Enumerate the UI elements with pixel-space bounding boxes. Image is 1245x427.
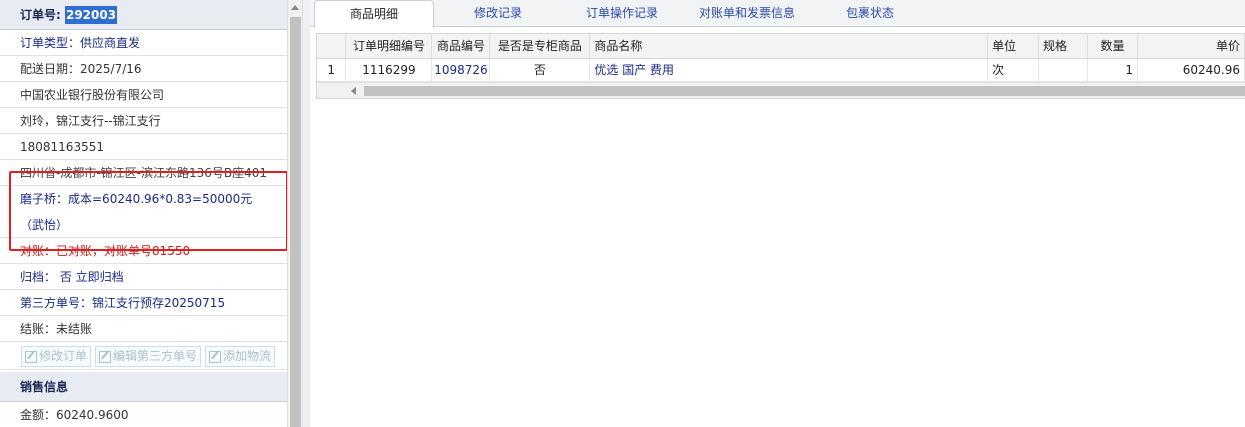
scroll-left-icon[interactable]	[351, 86, 356, 95]
edit-icon	[25, 350, 37, 363]
add-logistics-button[interactable]: 添加物流	[205, 346, 276, 367]
contact-phone: 18081163551	[0, 134, 287, 160]
contact-name: 刘玲，锦江支行--锦江支行	[0, 108, 287, 134]
product-grid: 订单明细编号 商品编号 是否是专柜商品 商品名称 单位 规格 数量 单价 1 1…	[316, 33, 1245, 99]
order-type: 订单类型：供应商直发	[0, 30, 287, 56]
edit-order-label: 修改订单	[39, 349, 88, 363]
delivery-date: 配送日期：2025/7/16	[0, 56, 287, 82]
tab-package-status[interactable]: 包裹状态	[810, 0, 930, 27]
order-number-label: 订单号:	[20, 8, 65, 22]
column-header[interactable]: 单位	[987, 34, 1040, 59]
table-row[interactable]: 1 1116299 1098726 否 优选 国产 费用 次 1 60240.9…	[317, 58, 1245, 82]
third-party-number: 第三方单号：锦江支行预存20250715	[0, 290, 287, 316]
edit-third-party-button[interactable]: 编辑第三方单号	[95, 346, 202, 367]
tab-change-log[interactable]: 修改记录	[440, 0, 556, 27]
column-header[interactable]: 是否是专柜商品	[489, 34, 591, 59]
order-title: 订单号: 292003	[0, 0, 287, 30]
scrollbar-thumb[interactable]	[364, 85, 1245, 96]
quantity-cell: 1	[1087, 58, 1138, 82]
left-panel-scrollbar[interactable]	[287, 0, 302, 427]
scrollbar-thumb[interactable]	[290, 17, 301, 427]
product-table: 订单明细编号 商品编号 是否是专柜商品 商品名称 单位 规格 数量 单价 1 1…	[317, 34, 1245, 82]
scroll-up-icon[interactable]	[291, 5, 299, 10]
unit-cell: 次	[987, 58, 1040, 82]
column-header	[317, 34, 347, 59]
detail-id-cell: 1116299	[345, 58, 433, 82]
order-detail-panel: 商品明细 修改记录 订单操作记录 对账单和发票信息 包裹状态 订单明细编号 商品…	[310, 0, 1245, 427]
product-name-link[interactable]: 优选 国产 费用	[589, 58, 989, 82]
order-remark: 磨子桥：成本=60240.96*0.83=50000元（武怡）	[0, 186, 287, 238]
column-header[interactable]: 订单明细编号	[345, 34, 433, 59]
product-id-link[interactable]: 1098726	[431, 58, 491, 82]
sales-amount: 金额：60240.9600	[0, 402, 287, 427]
column-header[interactable]: 商品名称	[589, 34, 989, 59]
edit-icon	[99, 350, 112, 363]
edit-icon	[209, 350, 222, 363]
settlement-status: 结账：未结账	[0, 316, 287, 342]
archive-status[interactable]: 归档： 否 立即归档	[0, 264, 287, 290]
panel-splitter[interactable]	[302, 0, 310, 427]
detail-tabs: 商品明细 修改记录 订单操作记录 对账单和发票信息 包裹状态	[310, 0, 1245, 28]
delivery-address: 四川省-成都市-锦江区-滨江东路136号B座401	[0, 160, 287, 186]
row-number: 1	[317, 58, 347, 82]
edit-order-button[interactable]: 修改订单	[21, 346, 92, 367]
column-header[interactable]: 单价	[1137, 34, 1245, 59]
tab-invoice[interactable]: 对账单和发票信息	[688, 0, 806, 27]
grid-horizontal-scrollbar[interactable]	[317, 81, 1245, 98]
order-actions: 修改订单 编辑第三方单号 添加物流	[0, 342, 287, 370]
tab-product-detail[interactable]: 商品明细	[314, 0, 434, 28]
order-number[interactable]: 292003	[64, 6, 118, 24]
tab-operation-log[interactable]: 订单操作记录	[560, 0, 684, 27]
table-header-row: 订单明细编号 商品编号 是否是专柜商品 商品名称 单位 规格 数量 单价	[317, 34, 1245, 59]
column-header[interactable]: 数量	[1087, 34, 1138, 59]
spec-cell	[1038, 58, 1088, 82]
order-info-panel: 订单号: 292003 订单类型：供应商直发 配送日期：2025/7/16 中国…	[0, 0, 287, 427]
company-name: 中国农业银行股份有限公司	[0, 82, 287, 108]
column-header[interactable]: 规格	[1038, 34, 1088, 59]
reconcile-status: 对账：已对账，对账单号81550	[0, 238, 287, 264]
counter-product-cell: 否	[489, 58, 591, 82]
edit-third-party-label: 编辑第三方单号	[113, 349, 198, 363]
add-logistics-label: 添加物流	[223, 349, 272, 363]
sales-info-title: 销售信息	[0, 372, 287, 402]
column-header[interactable]: 商品编号	[431, 34, 491, 59]
unit-price-cell: 60240.96	[1137, 58, 1245, 82]
